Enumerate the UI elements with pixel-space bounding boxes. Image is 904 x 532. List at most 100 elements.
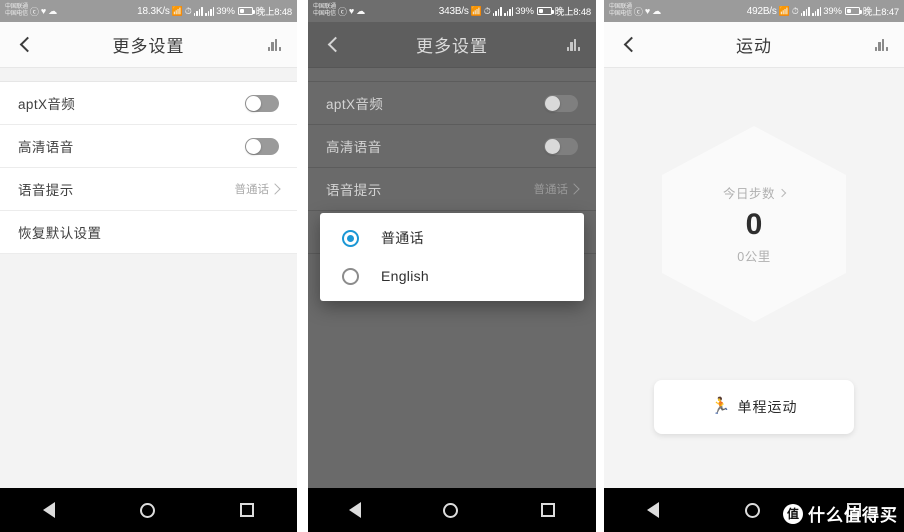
single-trip-exercise-label: 单程运动 [737,399,798,415]
hexagon-shape: 今日步数 0 0公里 [662,126,846,322]
setting-label: 高清语音 [18,140,74,155]
carrier-line-1: 中国联通 [609,4,632,10]
status-bar: 中国联通 中国电信 ⓒ ♥ ☁ 18.3K/s 📶 ⏱ 39% 晚上8:48 [0,0,297,22]
android-nav-bar [0,488,297,532]
status-right-cluster: 492B/s 📶 ⏱ 39% 晚上8:47 [747,4,899,19]
battery-icon [237,7,255,15]
back-icon[interactable] [620,35,640,55]
aptx-toggle[interactable] [544,94,578,112]
screenshot-stage: 中国联通 中国电信 ⓒ ♥ ☁ 18.3K/s 📶 ⏱ 39% 晚上8:48 更… [0,0,904,532]
radio-unselected-icon[interactable] [342,267,359,285]
setting-row-hd-voice[interactable]: 高清语音 [308,125,596,168]
nav-back-icon[interactable] [647,502,660,518]
wifi-icon: ⏱ [483,5,491,16]
setting-row-aptx[interactable]: aptX音频 [0,82,297,125]
dialog-option-mandarin[interactable]: 普通话 [320,219,584,257]
sport-content: 今日步数 0 0公里 🏃 单程运动 [604,68,904,488]
steps-label-row[interactable]: 今日步数 [723,183,787,202]
stats-chart-icon[interactable] [267,38,281,51]
distance-value: 0公里 [737,250,771,264]
setting-label: aptX音频 [18,97,76,112]
list-top-spacer [0,68,297,82]
setting-label: 语音提示 [326,183,382,198]
list-top-spacer [308,68,596,82]
signal-bars-2-icon [503,6,514,16]
phone-panel-settings: 中国联通 中国电信 ⓒ ♥ ☁ 18.3K/s 📶 ⏱ 39% 晚上8:48 更… [0,0,297,532]
wifi-icon: ⏱ [184,5,192,16]
app-bar: 运动 [604,22,904,68]
setting-row-voice-prompt[interactable]: 语音提示 普通话 [0,168,297,211]
bluetooth-icon: 📶 [171,5,183,16]
back-icon[interactable] [16,35,36,55]
setting-label: 高清语音 [326,140,382,155]
signal-bars-2-icon [204,6,215,16]
circle-x-icon: ⓒ [337,6,347,17]
bluetooth-icon: 📶 [470,5,482,16]
circle-x-icon: ⓒ [633,6,643,17]
setting-row-voice-prompt[interactable]: 语音提示 普通话 [308,168,596,211]
watermark-text: 什么值得买 [808,506,898,525]
aptx-toggle[interactable] [245,94,279,112]
setting-row-aptx[interactable]: aptX音频 [308,82,596,125]
hd-voice-toggle[interactable] [245,137,279,155]
phone-panel-sport: 中国联通 中国电信 ⓒ ♥ ☁ 492B/s 📶 ⏱ 39% 晚上8:47 运动 [604,0,904,532]
carrier-label: 中国联通 中国电信 [609,4,632,18]
chevron-right-icon [269,183,281,195]
status-notification-icons: ⓒ ♥ ☁ [338,5,365,18]
wifi-icon: ⏱ [791,5,799,16]
setting-row-reset-defaults[interactable]: 恢复默认设置 [0,211,297,254]
nav-recents-icon[interactable] [240,503,255,517]
carrier-line-2: 中国电信 [313,11,336,17]
status-right-cluster: 343B/s 📶 ⏱ 39% 晚上8:48 [439,4,591,19]
voice-prompt-value: 普通话 [234,184,270,196]
nav-home-icon[interactable] [139,502,155,518]
heart-icon: ♥ [644,6,651,16]
network-speed: 18.3K/s [137,5,170,17]
setting-label: 语音提示 [18,183,74,198]
setting-value: 普通话 [533,181,580,197]
voice-prompt-value: 普通话 [533,184,569,196]
steps-hexagon-card[interactable]: 今日步数 0 0公里 [662,126,846,322]
nav-back-icon[interactable] [349,502,362,518]
voice-prompt-dialog: 普通话 English [320,213,584,301]
setting-label: 恢复默认设置 [18,226,102,241]
heart-icon: ♥ [348,6,355,16]
battery-percent: 39% [216,5,235,17]
cloud-icon: ☁ [48,5,58,16]
signal-bars-icon [492,6,502,16]
page-title: 更多设置 [112,37,185,56]
watermark-badge-icon: 值 [783,503,803,524]
carrier-label: 中国联通 中国电信 [313,4,336,18]
steps-value: 0 [745,208,763,241]
battery-icon [536,7,554,15]
watermark: 值 什么值得买 [783,501,898,526]
hd-voice-toggle[interactable] [544,137,578,155]
page-title: 更多设置 [416,37,488,56]
setting-label: aptX音频 [326,97,384,112]
setting-row-hd-voice[interactable]: 高清语音 [0,125,297,168]
dialog-option-label: English [381,268,430,284]
back-icon[interactable] [324,35,344,55]
cloud-icon: ☁ [652,5,662,16]
radio-selected-icon[interactable] [342,229,359,247]
dialog-option-label: 普通话 [381,230,424,246]
carrier-line-1: 中国联通 [313,4,336,10]
status-notification-icons: ⓒ ♥ ☁ [634,5,661,18]
carrier-line-1: 中国联通 [5,4,28,10]
nav-home-icon[interactable] [443,502,459,518]
signal-bars-icon [193,6,203,16]
status-right-cluster: 18.3K/s 📶 ⏱ 39% 晚上8:48 [137,4,292,19]
stats-chart-icon[interactable] [566,38,580,51]
circle-x-icon: ⓒ [29,6,39,17]
signal-bars-2-icon [811,6,822,16]
stats-chart-icon[interactable] [874,38,888,51]
nav-home-icon[interactable] [745,502,761,518]
dialog-option-english[interactable]: English [320,257,584,295]
nav-back-icon[interactable] [42,502,55,518]
single-trip-exercise-button[interactable]: 🏃 单程运动 [654,380,854,434]
carrier-line-2: 中国电信 [5,11,28,17]
clock: 晚上8:48 [554,7,591,18]
nav-recents-icon[interactable] [540,503,555,517]
chevron-right-icon [777,188,787,197]
status-notification-icons: ⓒ ♥ ☁ [30,5,57,18]
